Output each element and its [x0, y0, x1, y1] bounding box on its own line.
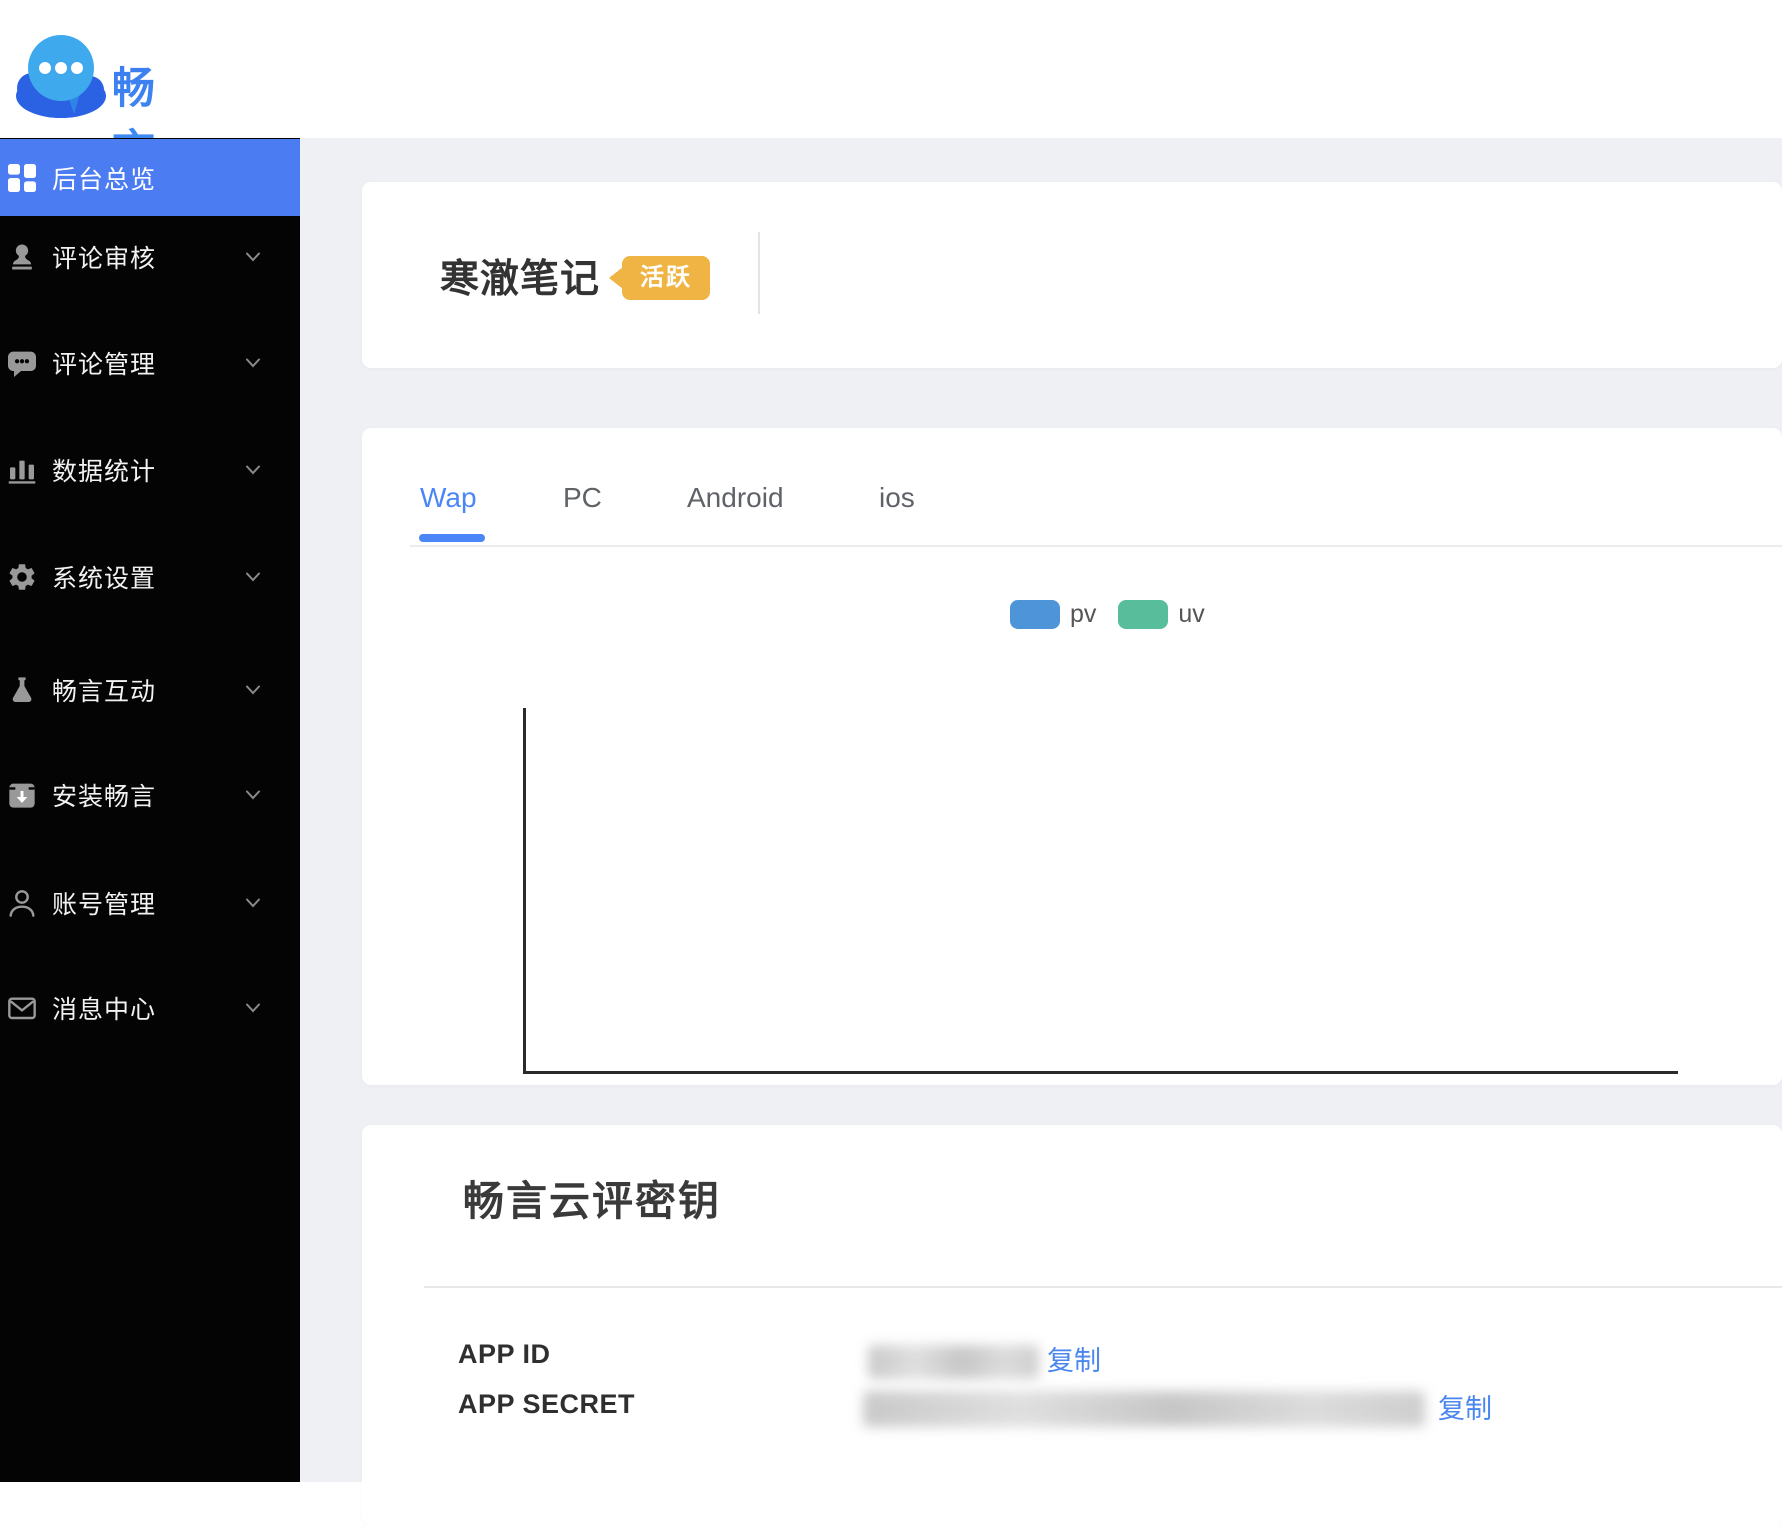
sidebar-item-label: 评论审核 — [52, 245, 157, 273]
user-icon — [9, 890, 35, 917]
install-box-icon — [9, 783, 35, 808]
sidebar-item-settings[interactable]: 系统设置 — [0, 524, 300, 630]
tab-android[interactable]: Android — [687, 482, 784, 514]
comment-bubble-icon — [8, 351, 36, 377]
sidebar-item-comments[interactable]: 评论管理 — [0, 310, 300, 416]
sidebar-item-label: 安装畅言 — [52, 783, 157, 811]
tab-ios[interactable]: ios — [879, 482, 915, 514]
chevron-down-icon — [246, 465, 260, 475]
sidebar-item-label: 系统设置 — [52, 565, 157, 593]
sidebar-item-label: 账号管理 — [52, 891, 157, 919]
chart-legend: pv uv — [1010, 600, 1205, 629]
flask-icon — [12, 677, 32, 702]
sidebar-item-account[interactable]: 账号管理 — [0, 850, 300, 956]
keys-card: 畅言云评密钥 APP ID 复制 APP SECRET 复制 — [362, 1125, 1782, 1525]
app-header: 畅言云评 — [0, 0, 1782, 299]
chevron-down-icon — [246, 898, 260, 908]
sidebar-item-statistics[interactable]: 数据统计 — [0, 417, 300, 523]
site-card: 寒澈笔记 活跃 — [362, 182, 1782, 368]
sidebar-item-label: 评论管理 — [52, 351, 157, 379]
chart-y-axis — [523, 708, 526, 1074]
uv-swatch — [1118, 600, 1169, 629]
sidebar-item-label: 畅言互动 — [52, 678, 157, 706]
chevron-down-icon — [246, 1003, 260, 1013]
site-title: 寒澈笔记 — [440, 258, 601, 301]
brand-logo-icon — [16, 35, 106, 118]
pv-swatch — [1010, 600, 1060, 629]
app-id-value-masked — [868, 1345, 1039, 1379]
sidebar-item-label: 后台总览 — [52, 165, 157, 194]
sidebar: 后台总览 评论审核 评论管理 数据统计 系统设置 畅言互动 安装畅言 账号管理 … — [0, 138, 300, 1482]
keys-section-title: 畅言云评密钥 — [463, 1178, 721, 1224]
bar-chart-icon — [8, 460, 36, 484]
mail-icon — [8, 997, 36, 1020]
sidebar-item-review[interactable]: 评论审核 — [0, 204, 300, 310]
legend-item-pv[interactable]: pv — [1010, 600, 1096, 629]
legend-label-uv: uv — [1178, 600, 1205, 628]
chevron-down-icon — [246, 685, 260, 695]
sidebar-item-install[interactable]: 安装畅言 — [0, 742, 300, 848]
sidebar-item-label: 消息中心 — [52, 996, 157, 1024]
app-secret-label: APP SECRET — [458, 1389, 636, 1419]
tabs-divider — [410, 545, 1782, 547]
app-secret-copy-link[interactable]: 复制 — [1438, 1387, 1492, 1426]
sidebar-item-interaction[interactable]: 畅言互动 — [0, 637, 300, 743]
chevron-down-icon — [246, 572, 260, 582]
legend-label-pv: pv — [1070, 600, 1097, 628]
tab-pc[interactable]: PC — [563, 482, 602, 514]
keys-divider — [424, 1286, 1782, 1288]
app-id-label: APP ID — [458, 1339, 551, 1369]
review-stamp-icon — [12, 244, 32, 270]
chevron-down-icon — [246, 358, 260, 368]
chevron-down-icon — [246, 790, 260, 800]
sidebar-item-messages[interactable]: 消息中心 — [0, 955, 300, 1061]
chart-x-axis — [523, 1071, 1678, 1074]
legend-item-uv[interactable]: uv — [1118, 600, 1205, 629]
vertical-divider — [758, 232, 760, 314]
app-id-copy-link[interactable]: 复制 — [1047, 1339, 1101, 1378]
active-tab-indicator — [419, 534, 485, 542]
gear-icon — [9, 564, 35, 590]
dashboard-icon — [8, 163, 36, 192]
chevron-down-icon — [246, 252, 260, 262]
app-secret-value-masked — [863, 1391, 1425, 1427]
stats-card: Wap PC Android ios pv uv — [362, 428, 1782, 1085]
status-badge: 活跃 — [609, 256, 710, 300]
tab-wap[interactable]: Wap — [420, 482, 477, 514]
sidebar-item-label: 数据统计 — [52, 458, 157, 486]
